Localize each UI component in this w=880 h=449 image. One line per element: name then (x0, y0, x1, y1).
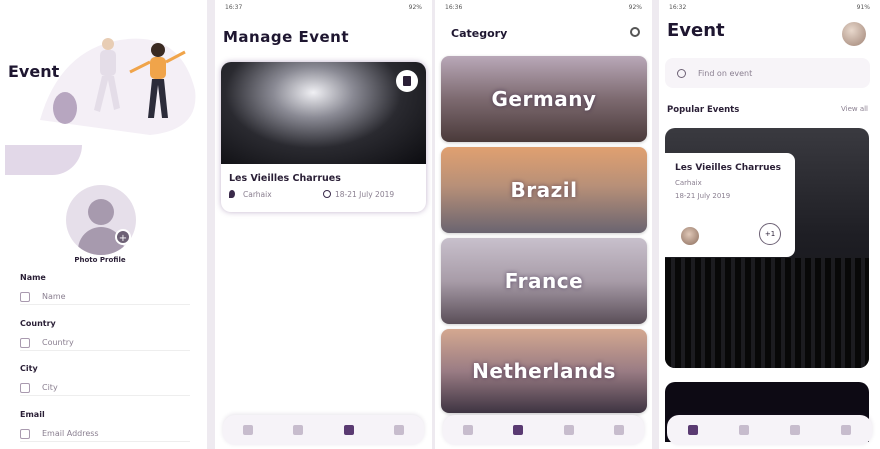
document-icon[interactable] (513, 425, 524, 435)
event-info: Les Vieilles Charrues Carhaix 18-21 July… (665, 153, 795, 257)
name-placeholder: Name (42, 292, 66, 301)
user-icon[interactable] (613, 425, 624, 435)
section-title: Popular Events (667, 105, 740, 115)
event-dates: 18-21 July 2019 (335, 190, 395, 199)
decorative-blob (5, 145, 82, 175)
people-illustration (40, 38, 196, 135)
event-card[interactable]: Les Vieilles Charrues Carhaix 18-21 July… (221, 62, 426, 212)
status-bar: 16:36 92% (435, 0, 652, 16)
event-dates: 18-21 July 2019 (675, 192, 731, 200)
category-label: Brazil (510, 178, 578, 202)
bank-icon (20, 337, 30, 348)
user-icon[interactable] (841, 425, 852, 435)
heart-icon[interactable] (563, 425, 574, 435)
clock-icon (323, 190, 331, 198)
home-icon[interactable] (243, 425, 254, 435)
status-time: 16:32 (669, 4, 687, 11)
event-location: Carhaix (243, 190, 272, 199)
category-screen: 16:36 92% Category Germany Brazil France … (435, 0, 652, 449)
trash-icon (403, 76, 411, 86)
email-label: Email (20, 410, 45, 419)
building-icon (20, 382, 30, 393)
country-field[interactable]: Country (20, 335, 190, 351)
country-placeholder: Country (42, 338, 74, 347)
featured-event-card[interactable]: Les Vieilles Charrues Carhaix 18-21 July… (665, 128, 869, 368)
location-pin-icon (229, 190, 235, 198)
crowd-image (665, 258, 869, 368)
page-title: Category (451, 27, 508, 40)
mail-icon (20, 428, 30, 439)
category-brazil[interactable]: Brazil (441, 147, 647, 233)
search-icon (677, 68, 686, 78)
status-bar: 16:32 91% (659, 0, 880, 16)
name-field[interactable]: Name (20, 289, 190, 305)
status-battery: 92% (628, 4, 642, 11)
heart-icon[interactable] (790, 425, 801, 435)
more-attendees-badge[interactable]: +1 (759, 223, 781, 245)
document-icon[interactable] (738, 425, 749, 435)
search-placeholder: Find on event (698, 68, 753, 78)
user-icon[interactable] (393, 425, 404, 435)
avatar[interactable] (842, 22, 866, 46)
search-icon[interactable] (630, 27, 640, 37)
category-label: Netherlands (472, 359, 616, 383)
city-placeholder: City (42, 383, 58, 392)
event-name: Les Vieilles Charrues (675, 163, 782, 173)
category-france[interactable]: France (441, 238, 647, 324)
view-all-link[interactable]: View all (841, 105, 868, 113)
country-label: Country (20, 319, 56, 328)
search-input[interactable]: Find on event (665, 58, 870, 88)
event-location: Carhaix (675, 179, 702, 187)
home-icon[interactable] (463, 425, 474, 435)
page-title: Event (667, 20, 725, 41)
category-netherlands[interactable]: Netherlands (441, 329, 647, 413)
attendee-avatar (681, 227, 699, 245)
city-label: City (20, 364, 38, 373)
category-label: France (504, 269, 584, 293)
bottom-nav (223, 415, 424, 445)
delete-button[interactable] (396, 70, 418, 92)
home-icon[interactable] (687, 425, 698, 435)
category-label: Germany (491, 87, 597, 111)
category-germany[interactable]: Germany (441, 56, 647, 142)
status-time: 16:37 (225, 4, 243, 11)
status-bar: 16:37 92% (215, 0, 432, 16)
email-placeholder: Email Address (42, 429, 99, 438)
event-name: Les Vieilles Charrues (229, 173, 341, 184)
event-image (221, 62, 426, 164)
bottom-nav (443, 415, 644, 445)
page-title: Event (8, 62, 60, 81)
event-home-screen: 16:32 91% Event Find on event Popular Eve… (659, 0, 880, 449)
email-field[interactable]: Email Address (20, 426, 190, 442)
manage-event-screen: 16:37 92% Manage Event Les Vieilles Charr… (215, 0, 432, 449)
add-photo-button[interactable]: + (115, 229, 131, 245)
name-label: Name (20, 273, 46, 282)
user-icon (20, 291, 30, 302)
document-icon[interactable] (293, 425, 304, 435)
bottom-nav (667, 415, 872, 445)
status-battery: 91% (856, 4, 870, 11)
heart-icon[interactable] (343, 425, 354, 435)
page-title: Manage Event (223, 28, 350, 46)
create-profile-screen: Event + Photo Profile Name Name Country … (0, 0, 207, 449)
photo-profile-label: Photo Profile (74, 256, 126, 264)
status-battery: 92% (408, 4, 422, 11)
status-time: 16:36 (445, 4, 463, 11)
city-field[interactable]: City (20, 380, 190, 396)
